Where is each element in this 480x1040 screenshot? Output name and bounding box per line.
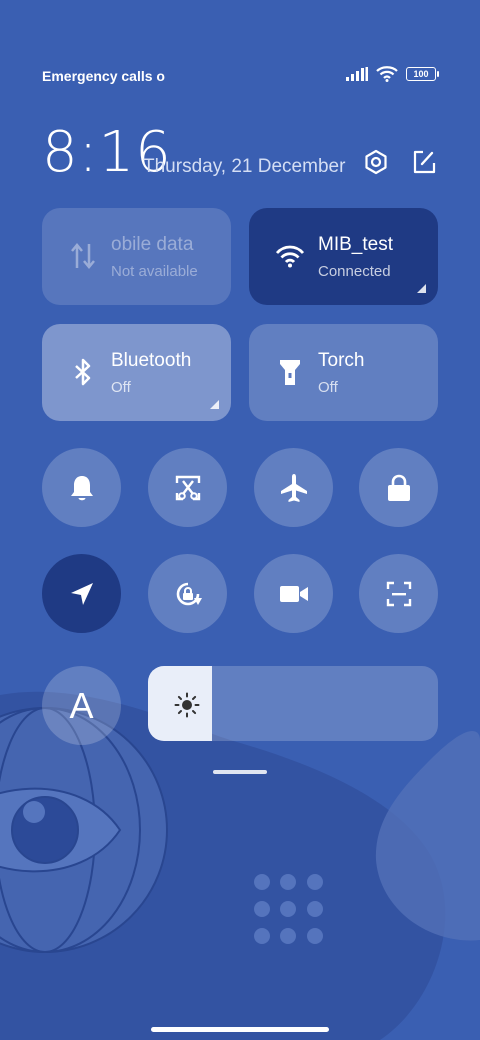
- screen-recorder-toggle[interactable]: [254, 554, 333, 633]
- signal-icon: [346, 67, 368, 81]
- wifi-tile[interactable]: MIB_test Connected: [249, 208, 438, 305]
- wifi-subtitle: Connected: [318, 263, 391, 280]
- bluetooth-title: Bluetooth: [111, 350, 192, 371]
- scanner-toggle[interactable]: [359, 554, 438, 633]
- airplane-icon: [280, 473, 307, 502]
- bluetooth-tile[interactable]: Bluetooth Off: [42, 324, 231, 421]
- gesture-navigation-bar[interactable]: [151, 1027, 329, 1032]
- mobile-data-icon: [71, 243, 95, 269]
- bluetooth-subtitle: Off: [111, 379, 131, 396]
- carrier-text: Emergency calls o: [42, 68, 165, 84]
- status-bar: Emergency calls o 100: [42, 66, 439, 88]
- location-icon: [70, 582, 93, 605]
- battery-icon: 100: [406, 67, 439, 81]
- brightness-slider[interactable]: [148, 666, 438, 741]
- bluetooth-icon: [75, 358, 91, 386]
- location-toggle[interactable]: [42, 554, 121, 633]
- header: 8:16 Thursday, 21 December: [42, 120, 438, 190]
- rotation-lock-icon: [176, 582, 202, 605]
- torch-tile[interactable]: Torch Off: [249, 324, 438, 421]
- torch-title: Torch: [318, 350, 365, 371]
- settings-icon[interactable]: [362, 148, 390, 176]
- reading-mode-toggle[interactable]: A: [42, 666, 121, 745]
- dots-pattern: [254, 874, 323, 944]
- bell-icon: [70, 475, 93, 500]
- screenshot-toggle[interactable]: [148, 448, 227, 527]
- rotation-lock-toggle[interactable]: [148, 554, 227, 633]
- ringer-toggle[interactable]: [42, 448, 121, 527]
- status-icons: 100: [346, 66, 439, 82]
- edit-icon[interactable]: [410, 148, 438, 176]
- screenshot-icon: [175, 475, 200, 500]
- torch-icon: [280, 360, 300, 385]
- reading-mode-letter: A: [69, 684, 94, 726]
- lock-screen-toggle[interactable]: [359, 448, 438, 527]
- lock-icon: [387, 474, 410, 501]
- bluetooth-expand-indicator[interactable]: [210, 400, 219, 409]
- mobile-data-title: obile data: [111, 234, 194, 255]
- wifi-icon: [376, 66, 398, 82]
- scanner-icon: [386, 581, 411, 606]
- brightness-sun-icon: [174, 692, 200, 718]
- video-camera-icon: [279, 585, 308, 602]
- wifi-title: MIB_test: [318, 234, 393, 255]
- wifi-expand-indicator[interactable]: [417, 284, 426, 293]
- mobile-data-subtitle: Not available: [111, 263, 198, 280]
- wifi-tile-icon: [275, 245, 305, 268]
- panel-drag-handle[interactable]: [213, 770, 267, 774]
- mobile-data-tile[interactable]: obile data Not available: [42, 208, 231, 305]
- torch-subtitle: Off: [318, 379, 338, 396]
- date: Thursday, 21 December: [143, 156, 346, 177]
- airplane-mode-toggle[interactable]: [254, 448, 333, 527]
